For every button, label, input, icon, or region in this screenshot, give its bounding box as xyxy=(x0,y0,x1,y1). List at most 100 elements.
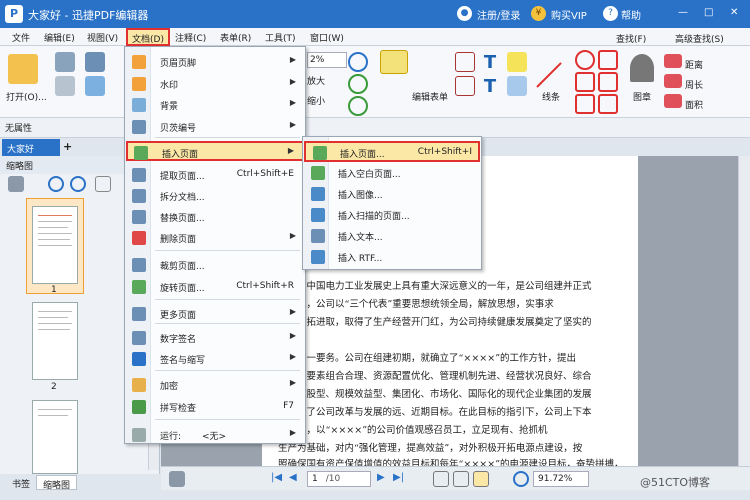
menu-item-split-document[interactable]: 拆分文档... xyxy=(126,186,304,206)
menu-item-watermark[interactable]: 水印 ▶ xyxy=(126,74,304,94)
print-icon[interactable] xyxy=(55,76,75,96)
line-tool-icon[interactable] xyxy=(536,62,562,88)
menu-item-spell-check[interactable]: 拼写检查 F7 xyxy=(126,397,304,417)
edit-form-icon[interactable] xyxy=(380,50,408,74)
zoom-in-icon[interactable] xyxy=(48,176,64,192)
menu-view[interactable]: 视图(V) xyxy=(87,31,118,44)
insert-pages-icon xyxy=(313,146,327,160)
new-tab-button[interactable]: + xyxy=(63,140,72,153)
tab-document[interactable]: 大家好 xyxy=(2,139,60,156)
eraser-tool-icon[interactable] xyxy=(598,94,618,114)
continuous-page-icon[interactable] xyxy=(453,471,469,487)
menu-document[interactable]: 文档(D) xyxy=(126,28,170,46)
zoom-out-button[interactable]: 缩小 xyxy=(307,94,325,107)
stamp-button[interactable]: 图章 xyxy=(633,90,651,103)
submenu-item-insert-scanned-page[interactable]: 插入扫描的页面... xyxy=(304,205,480,226)
maximize-button[interactable]: □ xyxy=(704,7,713,18)
close-button[interactable]: ✕ xyxy=(730,7,738,18)
callout-icon[interactable] xyxy=(455,76,475,96)
attach-icon[interactable] xyxy=(507,76,527,96)
submenu-item-insert-text[interactable]: 插入文本... xyxy=(304,226,480,247)
edit-form-button[interactable]: 编辑表单 xyxy=(412,90,448,103)
submenu-item-insert-rtf[interactable]: 插入 RTF... xyxy=(304,247,480,268)
menu-item-crop-page[interactable]: 裁剪页面... xyxy=(126,255,304,275)
polygon-tool-icon[interactable] xyxy=(598,50,618,70)
rotate-ccw-icon[interactable] xyxy=(348,96,368,116)
first-page-icon[interactable]: |◀ xyxy=(271,472,282,483)
menu-item-background[interactable]: 背景 ▶ xyxy=(126,95,304,115)
zoom-in-button[interactable]: 放大 xyxy=(307,74,325,87)
rect-tool-icon[interactable] xyxy=(575,72,595,92)
save-icon[interactable] xyxy=(55,52,75,72)
menu-item-header-footer[interactable]: 页眉页脚 ▶ xyxy=(126,52,304,72)
menu-item-rotate-page[interactable]: 旋转页面... Ctrl+Shift+R xyxy=(126,277,304,297)
typewriter-icon[interactable]: T xyxy=(480,76,500,97)
area-button[interactable]: 面积 xyxy=(685,98,703,111)
menu-item-sign-initial[interactable]: 签名与缩写 ▶ xyxy=(126,349,304,369)
menu-item-extract-page[interactable]: 提取页面... Ctrl+Shift+E xyxy=(126,165,304,185)
lines-button[interactable]: 线条 xyxy=(542,90,560,103)
tab-thumbnails[interactable]: 缩略图 xyxy=(36,475,78,491)
menu-item-more-pages[interactable]: 更多页面 ▶ xyxy=(126,304,304,324)
thumbnail-page-1[interactable] xyxy=(32,206,78,284)
rotate-thumb-icon[interactable] xyxy=(95,176,111,192)
submenu-item-insert-blank-page[interactable]: 插入空白页面... xyxy=(304,163,480,184)
menu-item-replace-page[interactable]: 替换页面... xyxy=(126,207,304,227)
open-folder-icon[interactable] xyxy=(8,54,38,84)
menu-item-delete-page[interactable]: 删除页面 ▶ xyxy=(126,228,304,248)
scan-icon[interactable] xyxy=(85,76,105,96)
circle-tool-icon[interactable] xyxy=(575,50,595,70)
login-link[interactable]: 注册/登录 xyxy=(477,7,520,22)
text-tool-icon[interactable]: T xyxy=(480,52,500,73)
menu-file[interactable]: 文件 xyxy=(12,31,30,44)
facing-page-icon[interactable] xyxy=(473,471,489,487)
menu-item-bates-numbering[interactable]: 贝茨编号 ▶ xyxy=(126,117,304,137)
settings-icon[interactable] xyxy=(169,471,185,487)
zoom-input[interactable]: 2% xyxy=(307,52,347,68)
menu-item-digital-signature[interactable]: 数字签名 ▶ xyxy=(126,328,304,348)
open-button[interactable]: 打开(O)... xyxy=(6,90,47,103)
submenu-item-insert-image[interactable]: 插入图像... xyxy=(304,184,480,205)
cloud-tool-icon[interactable] xyxy=(598,72,618,92)
perimeter-button[interactable]: 周长 xyxy=(685,78,703,91)
tab-bookmarks[interactable]: 书签 xyxy=(6,475,36,490)
single-page-icon[interactable] xyxy=(433,471,449,487)
find-button[interactable]: 查找(F) xyxy=(616,32,646,45)
menu-comment[interactable]: 注释(C) xyxy=(175,31,206,44)
minimize-button[interactable]: — xyxy=(678,7,688,18)
title-bar: P 大家好 - 迅捷PDF编辑器 ● 注册/登录 ¥ 购买VIP ? 帮助 — … xyxy=(0,0,750,28)
stamp-icon[interactable] xyxy=(630,54,654,82)
textbox-icon[interactable] xyxy=(455,52,475,72)
menu-item-run[interactable]: 运行: <无> ▶ xyxy=(126,425,304,445)
zoom-plus-icon[interactable] xyxy=(348,52,368,72)
submenu-item-insert-pages[interactable]: 插入页面... Ctrl+Shift+I xyxy=(304,141,480,162)
thumbnail-page-2[interactable] xyxy=(32,302,78,380)
menu-item-label: 贝茨编号 xyxy=(160,124,197,134)
rotate-cw-icon[interactable] xyxy=(348,74,368,94)
menu-edit[interactable]: 编辑(E) xyxy=(44,31,75,44)
note-icon[interactable] xyxy=(507,52,527,72)
zoom-minus-icon[interactable] xyxy=(513,471,529,487)
document-scrollbar[interactable] xyxy=(738,156,750,466)
page-input[interactable]: 1/10 xyxy=(307,471,371,487)
advanced-find-button[interactable]: 高级查找(S) xyxy=(675,32,724,45)
zoom-out-icon[interactable] xyxy=(70,176,86,192)
last-page-icon[interactable]: ▶| xyxy=(393,472,404,483)
menu-window[interactable]: 窗口(W) xyxy=(310,31,344,44)
distance-button[interactable]: 距离 xyxy=(685,58,703,71)
thumbnail-page-3[interactable] xyxy=(32,400,78,474)
menu-item-insert-page[interactable]: 插入页面 ▶ xyxy=(126,141,304,161)
email-icon[interactable] xyxy=(85,52,105,72)
gear-icon[interactable] xyxy=(8,176,24,192)
help-link[interactable]: 帮助 xyxy=(621,7,641,22)
menu-tools[interactable]: 工具(T) xyxy=(265,31,296,44)
area-icon xyxy=(664,94,682,108)
menu-item-encrypt[interactable]: 加密 ▶ xyxy=(126,375,304,395)
zoom-level-input[interactable]: 91.72% xyxy=(533,471,589,487)
prev-page-icon[interactable]: ◀ xyxy=(289,472,297,483)
more-pages-icon xyxy=(132,307,146,321)
pencil-tool-icon[interactable] xyxy=(575,94,595,114)
menu-form[interactable]: 表单(R) xyxy=(220,31,251,44)
next-page-icon[interactable]: ▶ xyxy=(377,472,385,483)
buy-vip-link[interactable]: 购买VIP xyxy=(551,7,587,22)
